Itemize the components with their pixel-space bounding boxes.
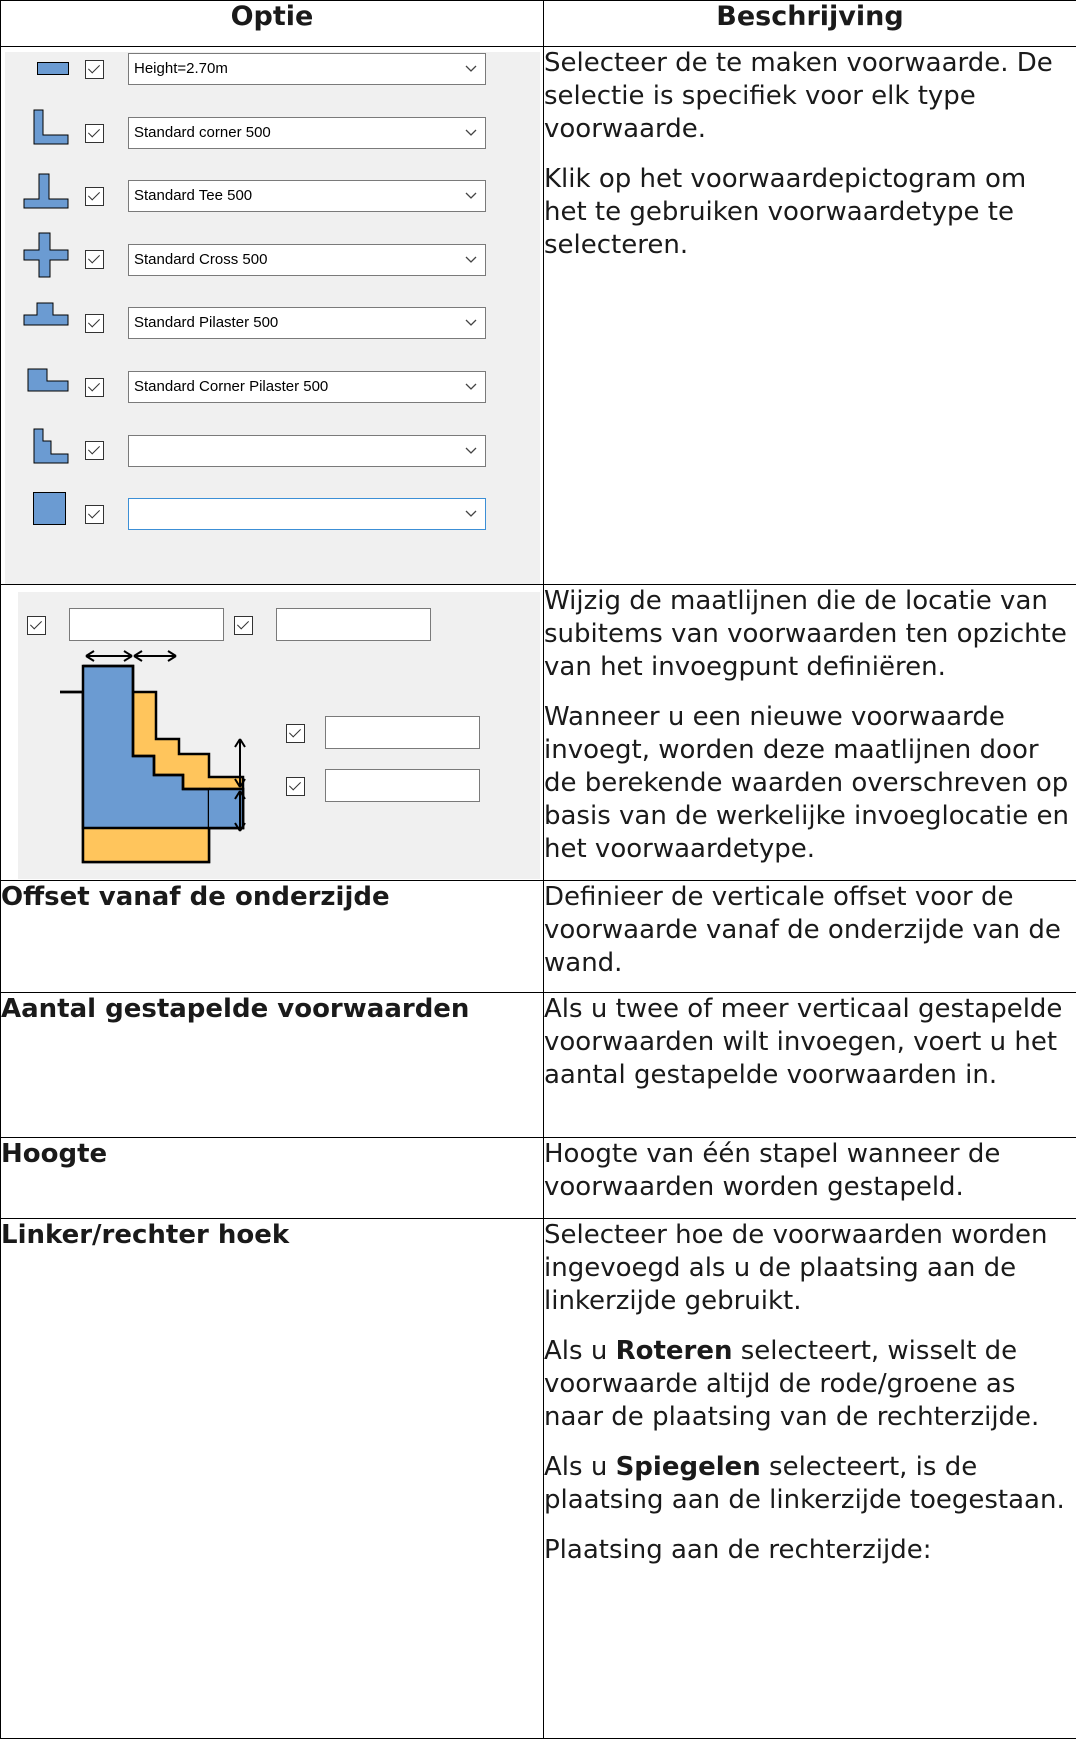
dimension-input[interactable] [325,769,480,802]
chevron-down-icon [463,442,479,458]
dropdown-value: Standard Tee 500 [134,187,252,204]
header-option: Optie [1,1,544,47]
dropdown-value: Standard Cross 500 [134,251,267,268]
chevron-down-icon [463,505,479,521]
corner-icon[interactable] [33,109,69,145]
table-row: Hoogte Hoogte van één stapel wanneer de … [1,1138,1076,1219]
dimension-lines-panel [18,592,540,879]
stepped-corner-icon[interactable] [33,428,69,464]
option-label: Hoogte [1,1138,544,1219]
row-checkbox[interactable] [85,124,104,143]
condition-dropdown[interactable]: Standard Cross 500 [128,244,486,276]
dropdown-value: Standard Corner Pilaster 500 [134,378,328,395]
option-cell: Height=2.70m Standard corner 500 Standar… [1,47,544,585]
dimension-input[interactable] [69,608,224,641]
dimension-checkbox[interactable] [286,724,305,743]
rectangle-icon[interactable] [37,62,69,76]
condition-dropdown[interactable] [128,435,486,467]
chevron-down-icon [463,60,479,76]
row-checkbox[interactable] [85,187,104,206]
corner-pilaster-icon[interactable] [27,368,69,392]
condition-type-panel: Height=2.70m Standard corner 500 Standar… [5,52,540,584]
description-paragraph: Wanneer u een nieuwe voorwaarde invoegt,… [544,701,1076,866]
chevron-down-icon [463,251,479,267]
dimension-input[interactable] [276,608,431,641]
description-paragraph: Als u Spiegelen selecteert, is de plaats… [544,1451,1076,1517]
description-cell: Selecteer de te maken voorwaarde. De sel… [544,47,1076,585]
chevron-down-icon [463,187,479,203]
table-row: Linker/rechter hoek Selecteer hoe de voo… [1,1219,1076,1739]
description-paragraph: Klik op het voorwaardepictogram om het t… [544,163,1076,262]
description-paragraph: Selecteer hoe de voorwaarden worden inge… [544,1219,1076,1318]
table-row: Height=2.70m Standard corner 500 Standar… [1,47,1076,585]
description-cell: Wijzig de maatlijnen die de locatie van … [544,585,1076,881]
option-label: Linker/rechter hoek [1,1219,544,1739]
description-paragraph: Als u Roteren selecteert, wisselt de voo… [544,1335,1076,1434]
rotate-term: Roteren [616,1336,733,1366]
tee-icon[interactable] [23,173,69,209]
option-label: Aantal gestapelde voorwaarden [1,993,544,1138]
chevron-down-icon [463,124,479,140]
text-run: Als u [544,1452,616,1482]
row-checkbox[interactable] [85,505,104,524]
dimension-checkbox[interactable] [27,616,46,635]
dropdown-value: Standard Pilaster 500 [134,314,278,331]
description-paragraph: Wijzig de maatlijnen die de locatie van … [544,585,1076,684]
stepped-corner-diagram [48,646,258,876]
condition-dropdown[interactable]: Standard Corner Pilaster 500 [128,371,486,403]
square-icon[interactable] [33,492,67,526]
pilaster-icon[interactable] [23,302,69,326]
description-paragraph: Plaatsing aan de rechterzijde: [544,1534,1076,1567]
text-run: Als u [544,1336,616,1366]
table-row: Offset vanaf de onderzijde Definieer de … [1,881,1076,993]
condition-dropdown[interactable]: Standard Pilaster 500 [128,307,486,339]
description-paragraph: Selecteer de te maken voorwaarde. De sel… [544,47,1076,146]
row-checkbox[interactable] [85,250,104,269]
mirror-term: Spiegelen [616,1452,761,1482]
option-label: Offset vanaf de onderzijde [1,881,544,993]
row-checkbox[interactable] [85,60,104,79]
table-row: Wijzig de maatlijnen die de locatie van … [1,585,1076,881]
row-checkbox[interactable] [85,314,104,333]
row-checkbox[interactable] [85,378,104,397]
condition-dropdown[interactable]: Height=2.70m [128,53,486,85]
description-cell: Selecteer hoe de voorwaarden worden inge… [544,1219,1076,1739]
header-description: Beschrijving [544,1,1076,47]
option-cell [1,585,544,881]
table-row: Aantal gestapelde voorwaarden Als u twee… [1,993,1076,1138]
condition-dropdown[interactable]: Standard corner 500 [128,117,486,149]
chevron-down-icon [463,314,479,330]
row-checkbox[interactable] [85,441,104,460]
chevron-down-icon [463,378,479,394]
dimension-input[interactable] [325,716,480,749]
condition-dropdown[interactable] [128,498,486,530]
dimension-checkbox[interactable] [234,616,253,635]
cross-icon[interactable] [23,232,69,278]
dimension-checkbox[interactable] [286,777,305,796]
condition-dropdown[interactable]: Standard Tee 500 [128,180,486,212]
header-row: Optie Beschrijving [1,1,1076,47]
description-cell: Definieer de verticale offset voor de vo… [544,881,1076,993]
description-cell: Als u twee of meer verticaal gestapelde … [544,993,1076,1138]
dropdown-value: Standard corner 500 [134,124,271,141]
dropdown-value: Height=2.70m [134,60,228,77]
options-table: Optie Beschrijving [0,0,1076,1739]
description-cell: Hoogte van één stapel wanneer de voorwaa… [544,1138,1076,1219]
